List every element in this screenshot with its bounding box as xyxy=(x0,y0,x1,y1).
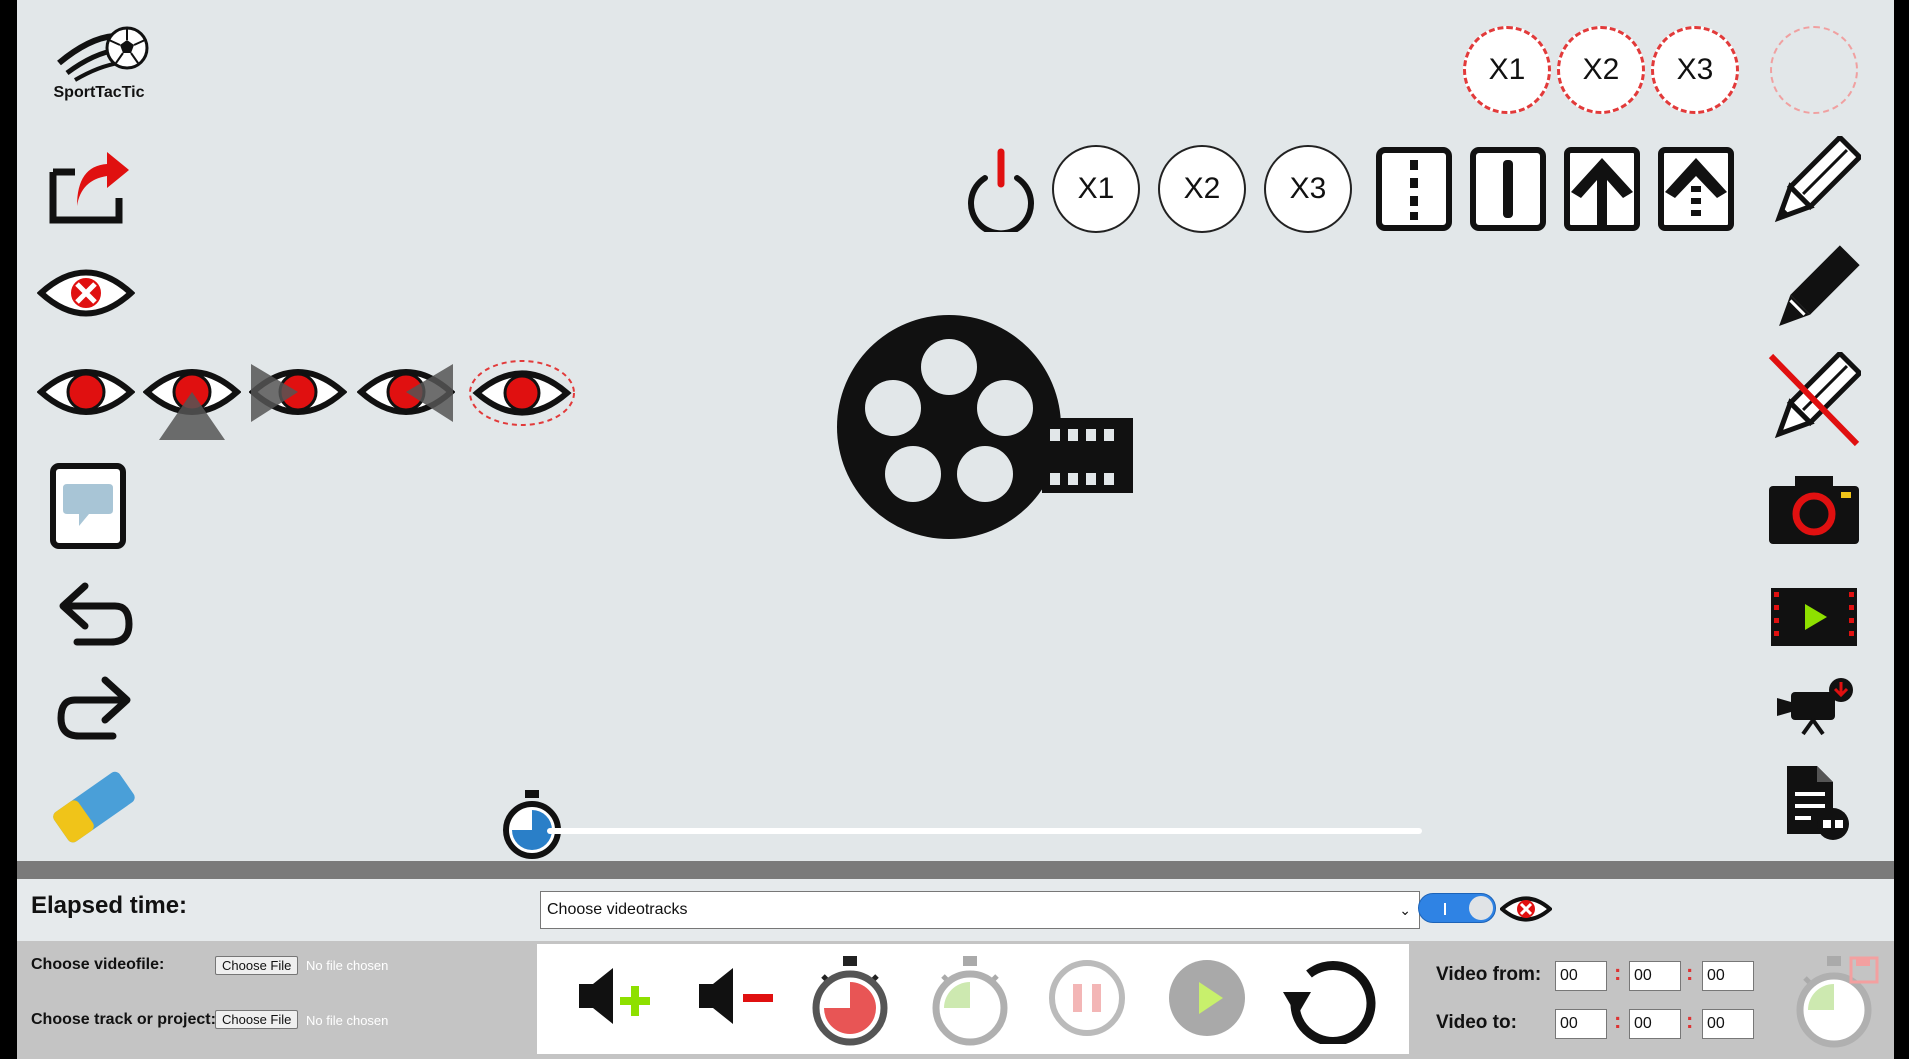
top-speed-x1-label: X1 xyxy=(1488,53,1526,86)
time-separator: : xyxy=(1614,960,1622,985)
video-to-minutes-input[interactable] xyxy=(1629,1009,1681,1039)
pencil-disabled-icon[interactable] xyxy=(1765,352,1861,448)
camera-icon[interactable] xyxy=(1767,474,1861,546)
visibility-toggle[interactable] xyxy=(1418,893,1496,923)
hide-eye-icon[interactable] xyxy=(37,262,135,324)
empty-circle-button[interactable] xyxy=(1770,26,1858,114)
chevron-down-icon: ⌄ xyxy=(1399,902,1411,918)
video-from-hours-input[interactable] xyxy=(1555,961,1607,991)
toolbar-speed-x2-label: X2 xyxy=(1183,172,1221,205)
videotracks-select[interactable]: Choose videotracks ⌄ xyxy=(540,891,1420,929)
video-from-label: Video from: xyxy=(1436,964,1542,985)
toolbar-speed-x3-label: X3 xyxy=(1289,172,1327,205)
stopwatch-timer-icon[interactable] xyxy=(501,788,563,860)
video-camera-record-icon[interactable] xyxy=(1773,676,1857,736)
video-to-seconds-input[interactable] xyxy=(1702,1009,1754,1039)
brand-name: SportTacTic xyxy=(53,84,145,101)
time-separator: : xyxy=(1614,1008,1622,1033)
toggle-knob xyxy=(1469,896,1493,920)
eye-view-left-icon[interactable] xyxy=(249,360,347,426)
eye-view-circle-icon[interactable] xyxy=(467,358,577,428)
dotted-line-icon[interactable] xyxy=(1375,146,1453,232)
solid-line-icon[interactable] xyxy=(1469,146,1547,232)
videofile-label: Choose videofile: xyxy=(31,956,165,973)
volume-down-icon[interactable] xyxy=(695,964,775,1028)
stopwatch-save-icon[interactable] xyxy=(1793,952,1879,1050)
video-to-label: Video to: xyxy=(1436,1012,1517,1033)
track-status: No file chosen xyxy=(306,1013,389,1028)
toolbar-speed-x1-label: X1 xyxy=(1077,172,1115,205)
time-separator: : xyxy=(1686,960,1694,985)
eraser-icon[interactable] xyxy=(47,764,137,848)
stopwatch-record-icon[interactable] xyxy=(809,954,891,1048)
eye-view-right-icon[interactable] xyxy=(357,360,455,426)
pencil-outline-icon[interactable] xyxy=(1765,136,1861,232)
stopwatch-green-icon[interactable] xyxy=(929,954,1011,1048)
top-speed-x3-button[interactable]: X3 xyxy=(1651,26,1739,114)
top-speed-x3-label: X3 xyxy=(1676,53,1714,86)
video-play-icon[interactable] xyxy=(1769,586,1859,648)
top-speed-x1-button[interactable]: X1 xyxy=(1463,26,1551,114)
arrow-up-icon[interactable] xyxy=(1563,146,1641,232)
timeline-slider[interactable] xyxy=(547,828,1422,834)
time-separator: : xyxy=(1686,1008,1694,1033)
soccer-ball-logo-icon xyxy=(57,26,149,82)
video-from-minutes-input[interactable] xyxy=(1629,961,1681,991)
power-icon[interactable] xyxy=(961,148,1041,232)
film-reel-icon xyxy=(837,312,1167,547)
logo: SportTacTic xyxy=(39,18,159,108)
redo-icon[interactable] xyxy=(55,674,135,744)
document-export-icon[interactable] xyxy=(1781,762,1851,842)
choose-track-button[interactable]: Choose File xyxy=(215,1010,299,1029)
toggle-bar xyxy=(1444,903,1446,915)
app-window: SportTacTic X1 X2 X3 X1 X2 X3 Elapsed ti… xyxy=(17,0,1894,1059)
toolbar-speed-x1-button[interactable]: X1 xyxy=(1052,145,1140,233)
top-speed-x2-button[interactable]: X2 xyxy=(1557,26,1645,114)
choose-videofile-button[interactable]: Choose File xyxy=(215,956,299,975)
videofile-status: No file chosen xyxy=(306,958,389,973)
videotracks-select-value: Choose videotracks xyxy=(547,901,688,918)
eye-view-icon[interactable] xyxy=(37,360,135,424)
comment-frame-icon[interactable] xyxy=(49,462,127,550)
video-from-seconds-input[interactable] xyxy=(1702,961,1754,991)
undo-icon[interactable] xyxy=(55,580,135,650)
eye-view-cone-icon[interactable] xyxy=(143,360,241,442)
playback-controls xyxy=(537,944,1409,1054)
video-to-hours-input[interactable] xyxy=(1555,1009,1607,1039)
elapsed-time-label: Elapsed time: xyxy=(31,892,188,919)
hide-eye-small-icon[interactable] xyxy=(1500,892,1552,926)
top-speed-x2-label: X2 xyxy=(1582,53,1620,86)
toolbar-speed-x2-button[interactable]: X2 xyxy=(1158,145,1246,233)
arrow-up-dashed-icon[interactable] xyxy=(1657,146,1735,232)
pencil-solid-icon[interactable] xyxy=(1765,244,1861,340)
play-icon[interactable] xyxy=(1167,958,1247,1038)
volume-up-icon[interactable] xyxy=(575,964,651,1028)
reset-icon[interactable] xyxy=(1281,954,1381,1044)
pause-icon[interactable] xyxy=(1047,958,1127,1038)
toolbar-speed-x3-button[interactable]: X3 xyxy=(1264,145,1352,233)
track-label: Choose track or project: xyxy=(31,1011,216,1028)
share-export-icon[interactable] xyxy=(47,150,131,226)
divider-bar xyxy=(17,861,1894,879)
